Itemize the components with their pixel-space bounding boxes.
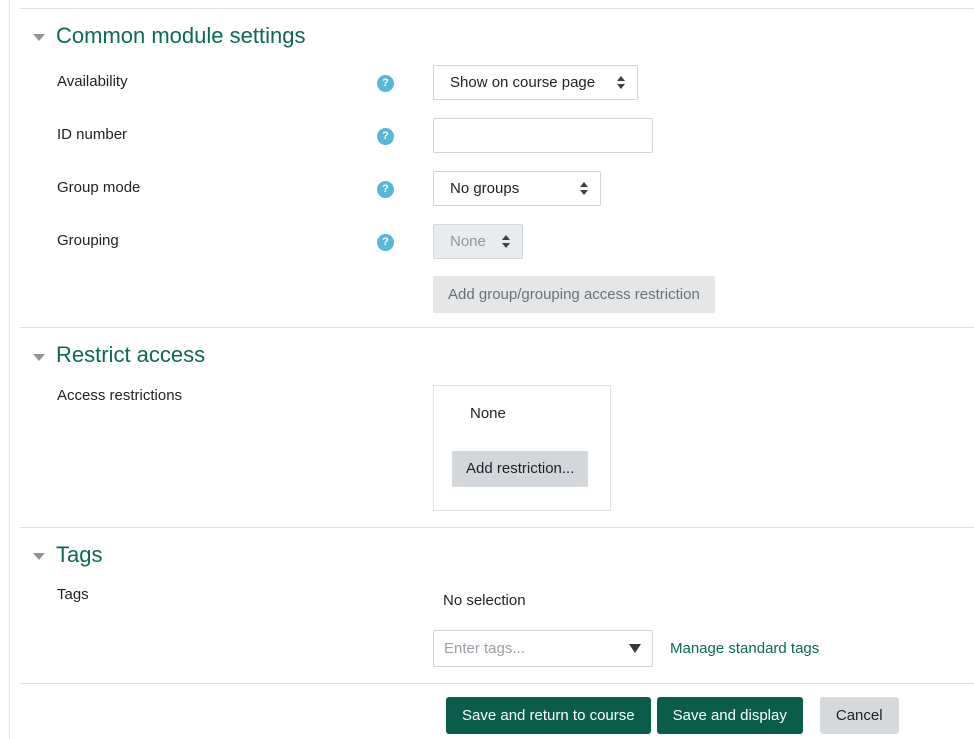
help-icon[interactable] [377,234,394,251]
availability-select[interactable]: Show on course page [433,65,638,100]
section-title: Tags [56,542,102,568]
form-actions-footer: Save and return to course Save and displ… [20,683,974,734]
section-toggle-restrict-access[interactable]: Restrict access [20,328,974,384]
chevron-down-icon [33,354,45,361]
section-toggle-common-module-settings[interactable]: Common module settings [20,9,974,65]
availability-label: Availability [57,65,377,90]
grouping-select[interactable]: None [433,224,523,259]
section-restrict-access: Restrict access Access restrictions None… [20,327,974,510]
tags-combobox [433,630,653,667]
id-number-input[interactable] [433,118,653,153]
section-toggle-tags[interactable]: Tags [20,528,974,584]
availability-select-value: Show on course page [450,74,595,91]
add-restriction-button[interactable]: Add restriction... [452,451,588,487]
grouping-select-value: None [450,233,486,250]
group-mode-label: Group mode [57,171,377,196]
help-icon[interactable] [377,181,394,198]
cancel-button[interactable]: Cancel [820,697,899,734]
access-restrictions-box: None Add restriction... [433,385,611,511]
id-number-label: ID number [57,118,377,143]
group-mode-select-value: No groups [450,180,519,197]
select-updown-arrow-icon [580,182,588,195]
manage-standard-tags-link[interactable]: Manage standard tags [670,640,819,657]
select-updown-arrow-icon [502,235,510,248]
add-group-grouping-restriction-button[interactable]: Add group/grouping access restriction [433,276,715,313]
availability-row: Availability Show on course page [20,65,974,100]
chevron-down-icon [33,553,45,560]
id-number-row: ID number [20,118,974,153]
tags-empty-text: No selection [443,584,819,609]
section-common-module-settings: Common module settings Availability Show… [20,8,974,313]
group-mode-row: Group mode No groups [20,171,974,206]
tags-label: Tags [57,584,377,603]
help-icon[interactable] [377,75,394,92]
restrictions-empty-text: None [470,405,610,422]
select-updown-arrow-icon [617,76,625,89]
access-restrictions-label: Access restrictions [57,385,377,404]
chevron-down-icon [33,34,45,41]
access-restrictions-row: Access restrictions None Add restriction… [20,385,974,511]
section-title: Common module settings [56,23,305,49]
section-tags: Tags Tags No selection Manage standard t… [20,527,974,667]
help-icon[interactable] [377,128,394,145]
module-settings-form: Common module settings Availability Show… [20,0,974,734]
save-and-return-button[interactable]: Save and return to course [446,697,651,734]
section-title: Restrict access [56,342,205,368]
grouping-row: Grouping None [20,224,974,259]
tags-input[interactable] [433,630,653,667]
tags-row: Tags No selection Manage standard tags [20,584,974,667]
save-and-display-button[interactable]: Save and display [657,697,803,734]
page-left-divider [9,0,10,739]
group-mode-select[interactable]: No groups [433,171,601,206]
grouping-label: Grouping [57,224,377,249]
